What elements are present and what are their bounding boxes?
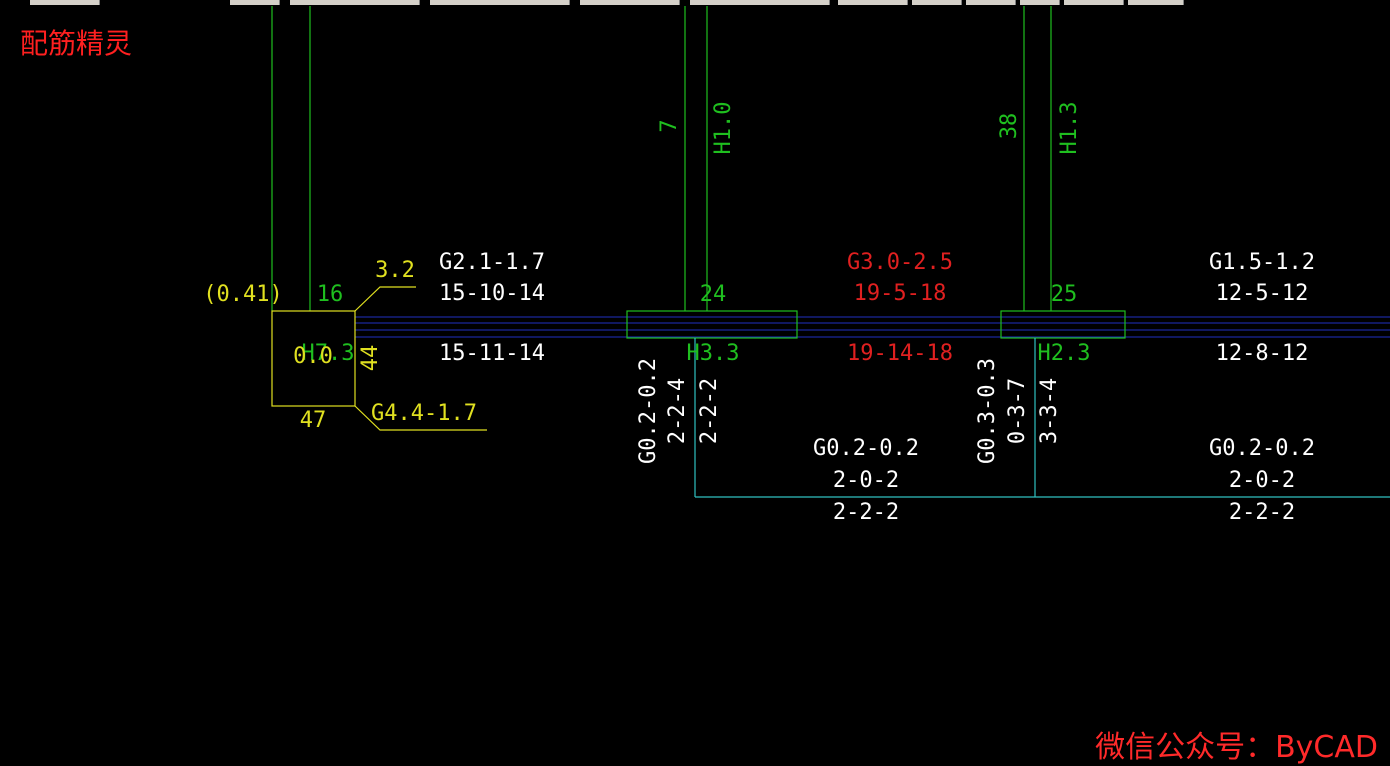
joint-cap-1 (626, 310, 798, 339)
joint0-bottom-label: G4.4-1.7 (371, 401, 477, 426)
joint2-bottom: H2.3 (1038, 341, 1091, 366)
brand-title: 配筋精灵 (20, 27, 133, 60)
drawing-canvas[interactable]: 7 H1.0 38 H1.3 (0.41) 16 3.2 H7.3 0.0 44… (0, 0, 1390, 765)
joint2-v1: G0.3-0.3 (975, 358, 1000, 464)
joint2-v3: 3-3-4 (1037, 378, 1062, 444)
joint1-top-num: 24 (700, 282, 727, 307)
beam1-bottom: 15-11-14 (439, 341, 545, 366)
joint0-bottom-num: 47 (300, 408, 327, 433)
lower-beam2-line1: G0.2-0.2 (1209, 436, 1315, 461)
col2-label-right: H1.3 (1057, 102, 1082, 155)
beam3-top1: G1.5-1.2 (1209, 250, 1315, 275)
lower-beam1-line3: 2-2-2 (833, 500, 899, 525)
joint-cap-2 (1000, 310, 1126, 339)
joint1-v1: G0.2-0.2 (636, 358, 661, 464)
joint2-top-num: 25 (1051, 282, 1078, 307)
joint0-side-num: 44 (358, 345, 383, 372)
leader-top (354, 286, 416, 312)
joint0-top-right: 3.2 (375, 258, 415, 283)
joint0-axial: (0.41) (203, 282, 282, 307)
lower-beam1-line1: G0.2-0.2 (813, 436, 919, 461)
col1-label-right: H1.0 (711, 102, 736, 155)
lower-beam1-line2: 2-0-2 (833, 468, 899, 493)
beam1-top1: G2.1-1.7 (439, 250, 545, 275)
lower-beam2-line2: 2-0-2 (1229, 468, 1295, 493)
beam3-top2: 12-5-12 (1216, 281, 1309, 306)
joint0-top-num: 16 (317, 282, 344, 307)
lower-beam2-line3: 2-2-2 (1229, 500, 1295, 525)
joint1-v2: 2-2-4 (665, 378, 690, 444)
joint1-bottom: H3.3 (687, 341, 740, 366)
beam3-bottom: 12-8-12 (1216, 341, 1309, 366)
beam2-top1: G3.0-2.5 (847, 250, 953, 275)
beam-lines (355, 316, 1390, 338)
watermark: 微信公众号：ByCAD (1095, 730, 1378, 765)
joint-caps (626, 310, 1126, 339)
beam2-bottom: 19-14-18 (847, 341, 953, 366)
joint0-center: 0.0 (293, 344, 333, 369)
beam1-top2: 15-10-14 (439, 281, 545, 306)
col2-label-left: 38 (997, 113, 1022, 140)
beam2-top2: 19-5-18 (854, 281, 947, 306)
joint2-v2: 0-3-7 (1005, 378, 1030, 444)
col1-label-left: 7 (657, 119, 682, 132)
joint1-v3: 2-2-2 (697, 378, 722, 444)
